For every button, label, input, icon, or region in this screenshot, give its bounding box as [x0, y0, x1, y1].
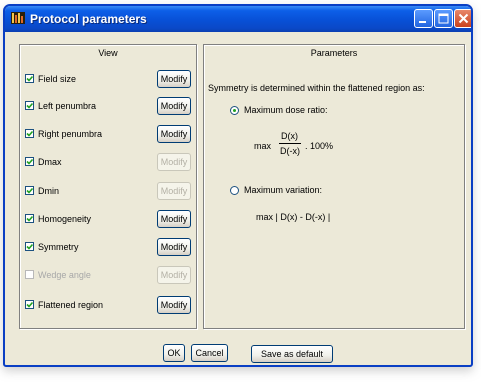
view-checkbox[interactable]: [25, 214, 34, 223]
view-row: Wedge angle Modify: [20, 265, 195, 285]
view-row: Homogeneity Modify: [20, 209, 195, 229]
view-item-label: Homogeneity: [38, 214, 92, 224]
formula-ratio-prefix: max: [254, 141, 272, 151]
maximize-icon: [438, 13, 449, 24]
view-checkbox[interactable]: [25, 157, 34, 166]
view-item-label: Left penumbra: [38, 101, 97, 111]
symmetry-description: Symmetry is determined within the flatte…: [208, 83, 425, 93]
view-checkbox[interactable]: [25, 74, 34, 83]
modify-button[interactable]: Modify: [157, 97, 191, 115]
maximize-button[interactable]: [434, 9, 453, 28]
view-item-label: Right penumbra: [38, 129, 103, 139]
max-variation-radio[interactable]: [230, 186, 239, 195]
formula-ratio-denominator: D(-x): [280, 146, 300, 156]
view-row: Dmax Modify: [20, 152, 195, 172]
formula-ratio-suffix: . 100%: [305, 141, 334, 151]
radio-dot-icon: [233, 109, 236, 112]
view-row: Dmin Modify: [20, 181, 195, 201]
app-icon: [11, 12, 25, 24]
view-item-label: Wedge angle: [38, 270, 91, 280]
close-icon: [458, 13, 469, 24]
modify-button[interactable]: Modify: [157, 238, 191, 256]
title-bar[interactable]: Protocol parameters: [5, 6, 471, 32]
cancel-button[interactable]: Cancel: [191, 344, 228, 362]
max-dose-ratio-radio[interactable]: [230, 106, 239, 115]
view-checkbox[interactable]: [25, 101, 34, 110]
modify-button: Modify: [157, 153, 191, 171]
checkmark-icon: [26, 301, 33, 308]
checkmark-icon: [26, 75, 33, 82]
checkmark-icon: [26, 130, 33, 137]
view-row: Field size Modify: [20, 69, 195, 89]
view-item-label: Flattened region: [38, 300, 104, 310]
view-item-label: Symmetry: [38, 242, 79, 252]
view-group: View Field size Modify Left penumbra Modify…: [19, 44, 197, 329]
checkmark-icon: [26, 102, 33, 109]
save-as-default-button[interactable]: Save as default: [251, 345, 333, 363]
modify-button[interactable]: Modify: [157, 125, 191, 143]
protocol-parameters-dialog: Protocol parameters View Field size Modif…: [3, 4, 473, 367]
parameters-group: Parameters Symmetry is determined within…: [203, 44, 465, 329]
view-row: Left penumbra Modify: [20, 96, 195, 116]
view-item-label: Dmin: [38, 186, 60, 196]
view-item-label: Dmax: [38, 157, 62, 167]
minimize-icon: [419, 21, 426, 23]
modify-button: Modify: [157, 266, 191, 284]
checkmark-icon: [26, 158, 33, 165]
window-title: Protocol parameters: [30, 12, 147, 26]
modify-button: Modify: [157, 182, 191, 200]
modify-button[interactable]: Modify: [157, 70, 191, 88]
view-row: Symmetry Modify: [20, 237, 195, 257]
checkmark-icon: [26, 243, 33, 250]
view-checkbox: [25, 270, 34, 279]
checkmark-icon: [26, 215, 33, 222]
modify-button[interactable]: Modify: [157, 210, 191, 228]
ok-button[interactable]: OK: [163, 344, 185, 362]
minimize-button[interactable]: [414, 9, 433, 28]
view-checkbox[interactable]: [25, 186, 34, 195]
view-row: Flattened region Modify: [20, 295, 195, 315]
modify-button[interactable]: Modify: [157, 296, 191, 314]
fraction-bar: [279, 143, 301, 144]
max-dose-ratio-label: Maximum dose ratio:: [244, 105, 328, 115]
formula-variation: max | D(x) - D(-x) |: [256, 212, 331, 222]
formula-ratio-numerator: D(x): [281, 131, 298, 141]
view-checkbox[interactable]: [25, 300, 34, 309]
view-checkbox[interactable]: [25, 129, 34, 138]
view-row: Right penumbra Modify: [20, 124, 195, 144]
view-group-title: View: [98, 48, 118, 58]
view-item-label: Field size: [38, 74, 77, 84]
checkmark-icon: [26, 187, 33, 194]
parameters-group-title: Parameters: [310, 48, 358, 58]
close-button[interactable]: [454, 9, 471, 28]
view-checkbox[interactable]: [25, 242, 34, 251]
max-variation-label: Maximum variation:: [244, 185, 323, 195]
